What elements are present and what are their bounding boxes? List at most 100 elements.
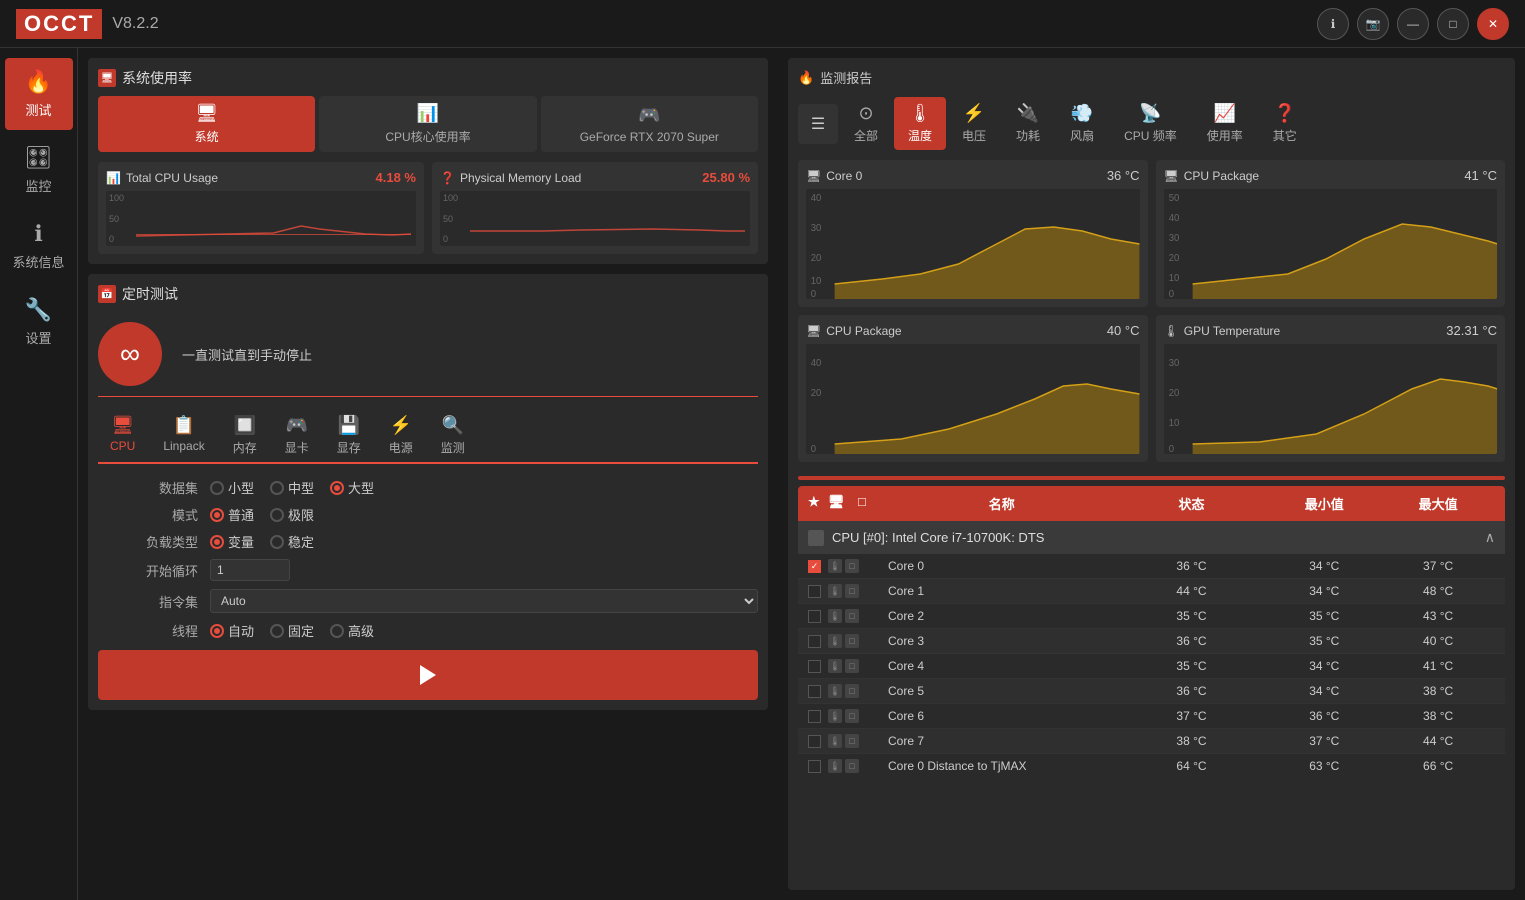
close-button[interactable]: ✕ — [1477, 8, 1509, 40]
sidebar-item-monitor[interactable]: 🎛 监控 — [5, 134, 73, 206]
row6-checkbox[interactable] — [808, 710, 821, 723]
test-tab-monitor[interactable]: 🔍 监测 — [429, 409, 477, 464]
row7-icon1[interactable]: 🌡 — [828, 734, 842, 748]
monitor-tab-fan[interactable]: 💨 风扇 — [1056, 97, 1108, 150]
row6-icon1[interactable]: 🌡 — [828, 709, 842, 723]
thread-advanced-radio[interactable] — [330, 624, 344, 638]
loadtype-variable[interactable]: 变量 — [210, 532, 254, 551]
test-tab-vram[interactable]: 💾 显存 — [325, 409, 373, 464]
loadtype-stable[interactable]: 稳定 — [270, 532, 314, 551]
row1-icon1[interactable]: 🌡 — [828, 584, 842, 598]
infinity-button[interactable]: ∞ — [98, 322, 162, 386]
row8-checkbox[interactable] — [808, 760, 821, 773]
mode-normal[interactable]: 普通 — [210, 505, 254, 524]
row4-icon2[interactable]: □ — [845, 659, 859, 673]
test-tab-cpu[interactable]: 🖥 CPU — [98, 409, 147, 464]
row0-icon2[interactable]: □ — [845, 559, 859, 573]
tab-gpu[interactable]: 🎮 GeForce RTX 2070 Super — [541, 96, 758, 152]
row7-checkbox[interactable] — [808, 735, 821, 748]
test-tab-linpack[interactable]: 📋 Linpack — [151, 409, 216, 464]
thread-fixed[interactable]: 固定 — [270, 621, 314, 640]
tab-cpu-core[interactable]: 📊 CPU核心使用率 — [319, 96, 536, 152]
row4-icon1[interactable]: 🌡 — [828, 659, 842, 673]
sidebar-item-sysinfo[interactable]: ℹ 系统信息 — [5, 210, 73, 282]
dataset-large-radio[interactable] — [330, 481, 344, 495]
loadtype-variable-radio[interactable] — [210, 535, 224, 549]
row8-icon2[interactable]: □ — [845, 759, 859, 773]
dataset-medium-radio[interactable] — [270, 481, 284, 495]
dataset-small[interactable]: 小型 — [210, 478, 254, 497]
dataset-medium[interactable]: 中型 — [270, 478, 314, 497]
row7-icon2[interactable]: □ — [845, 734, 859, 748]
start-button[interactable] — [98, 650, 758, 700]
svg-text:20: 20 — [1168, 388, 1179, 399]
sidebar-label-test: 测试 — [25, 100, 51, 119]
charts-grid: 🖥 Core 0 36 °C 40 30 20 10 0 — [798, 160, 1505, 462]
sidebar-item-settings[interactable]: 🔧 设置 — [5, 286, 73, 358]
row0-checkbox[interactable] — [808, 560, 821, 573]
row8-icon1[interactable]: 🌡 — [828, 759, 842, 773]
row1-icon2[interactable]: □ — [845, 584, 859, 598]
sidebar-item-test[interactable]: 🔥 测试 — [5, 58, 73, 130]
mem-metric-header: ❓ Physical Memory Load 25.80 % — [440, 170, 750, 185]
mode-extreme-radio[interactable] — [270, 508, 284, 522]
monitor-tab-usage[interactable]: 📈 使用率 — [1193, 97, 1257, 150]
row3-icon2[interactable]: □ — [845, 634, 859, 648]
table-row: 🌡 □ Core 1 44 °C 34 °C 48 °C — [798, 579, 1505, 604]
chart-cpupkg2: 🖥 CPU Package 40 °C 40 20 0 — [798, 315, 1148, 462]
system-usage-header: 🖥 系统使用率 — [98, 68, 758, 88]
chart-cpupkg-chart: 50 40 30 20 10 0 — [1164, 189, 1498, 299]
tab-system-label: 系统 — [195, 128, 219, 145]
row2-icon2[interactable]: □ — [845, 609, 859, 623]
mem-metric-value: 25.80 % — [702, 170, 750, 185]
info-button[interactable]: ℹ — [1317, 8, 1349, 40]
row6-icon2[interactable]: □ — [845, 709, 859, 723]
logo: OCCT — [16, 9, 102, 39]
tab-system[interactable]: 🖥 系统 — [98, 96, 315, 152]
timer-test-header: 📅 定时测试 — [98, 284, 758, 304]
startcycle-input[interactable] — [210, 559, 290, 581]
test-tab-gpu[interactable]: 🎮 显卡 — [273, 409, 321, 464]
row5-icon2[interactable]: □ — [845, 684, 859, 698]
monitor-tab-power[interactable]: 🔌 功耗 — [1002, 97, 1054, 150]
dataset-large[interactable]: 大型 — [330, 478, 374, 497]
monitor-tab-temp[interactable]: 🌡 温度 — [894, 97, 946, 150]
row5-checkbox[interactable] — [808, 685, 821, 698]
instrset-label: 指令集 — [98, 592, 198, 611]
row1-checkbox[interactable] — [808, 585, 821, 598]
thread-fixed-radio[interactable] — [270, 624, 284, 638]
svg-text:0: 0 — [1168, 289, 1174, 299]
monitor-tab-all[interactable]: ⊙ 全部 — [840, 97, 892, 150]
svg-text:10: 10 — [811, 276, 822, 287]
row2-checkbox[interactable] — [808, 610, 821, 623]
row4-min: 34 °C — [1267, 659, 1381, 673]
thread-auto[interactable]: 自动 — [210, 621, 254, 640]
group-collapse-icon[interactable]: ∧ — [1485, 529, 1495, 546]
maximize-button[interactable]: □ — [1437, 8, 1469, 40]
sidebar-label-monitor: 监控 — [25, 176, 51, 195]
row4-checkbox[interactable] — [808, 660, 821, 673]
monitor-tab-voltage[interactable]: ⚡ 电压 — [948, 97, 1000, 150]
thread-auto-radio[interactable] — [210, 624, 224, 638]
chart-core0-chart: 40 30 20 10 0 — [806, 189, 1140, 299]
row2-icon1[interactable]: 🌡 — [828, 609, 842, 623]
monitor-tab-other[interactable]: ❓ 其它 — [1259, 97, 1311, 150]
row3-icon1[interactable]: 🌡 — [828, 634, 842, 648]
test-tab-memory[interactable]: 🔲 内存 — [221, 409, 269, 464]
instrset-select[interactable]: Auto — [210, 589, 758, 613]
mode-extreme[interactable]: 极限 — [270, 505, 314, 524]
row3-checkbox[interactable] — [808, 635, 821, 648]
monitor-tab-menu[interactable]: ☰ — [798, 104, 838, 144]
minimize-button[interactable]: — — [1397, 8, 1429, 40]
dataset-small-radio[interactable] — [210, 481, 224, 495]
thread-advanced[interactable]: 高级 — [330, 621, 374, 640]
test-tab-power[interactable]: ⚡ 电源 — [377, 409, 425, 464]
row5-icon1[interactable]: 🌡 — [828, 684, 842, 698]
monitor-tab-icon: 🔍 — [442, 415, 464, 436]
loadtype-stable-radio[interactable] — [270, 535, 284, 549]
mode-normal-radio[interactable] — [210, 508, 224, 522]
camera-button[interactable]: 📷 — [1357, 8, 1389, 40]
row0-icon1[interactable]: 🌡 — [828, 559, 842, 573]
monitor-tab-cpufreq[interactable]: 📡 CPU 频率 — [1110, 97, 1191, 150]
monitor-report-icon: 🔥 — [798, 70, 814, 86]
